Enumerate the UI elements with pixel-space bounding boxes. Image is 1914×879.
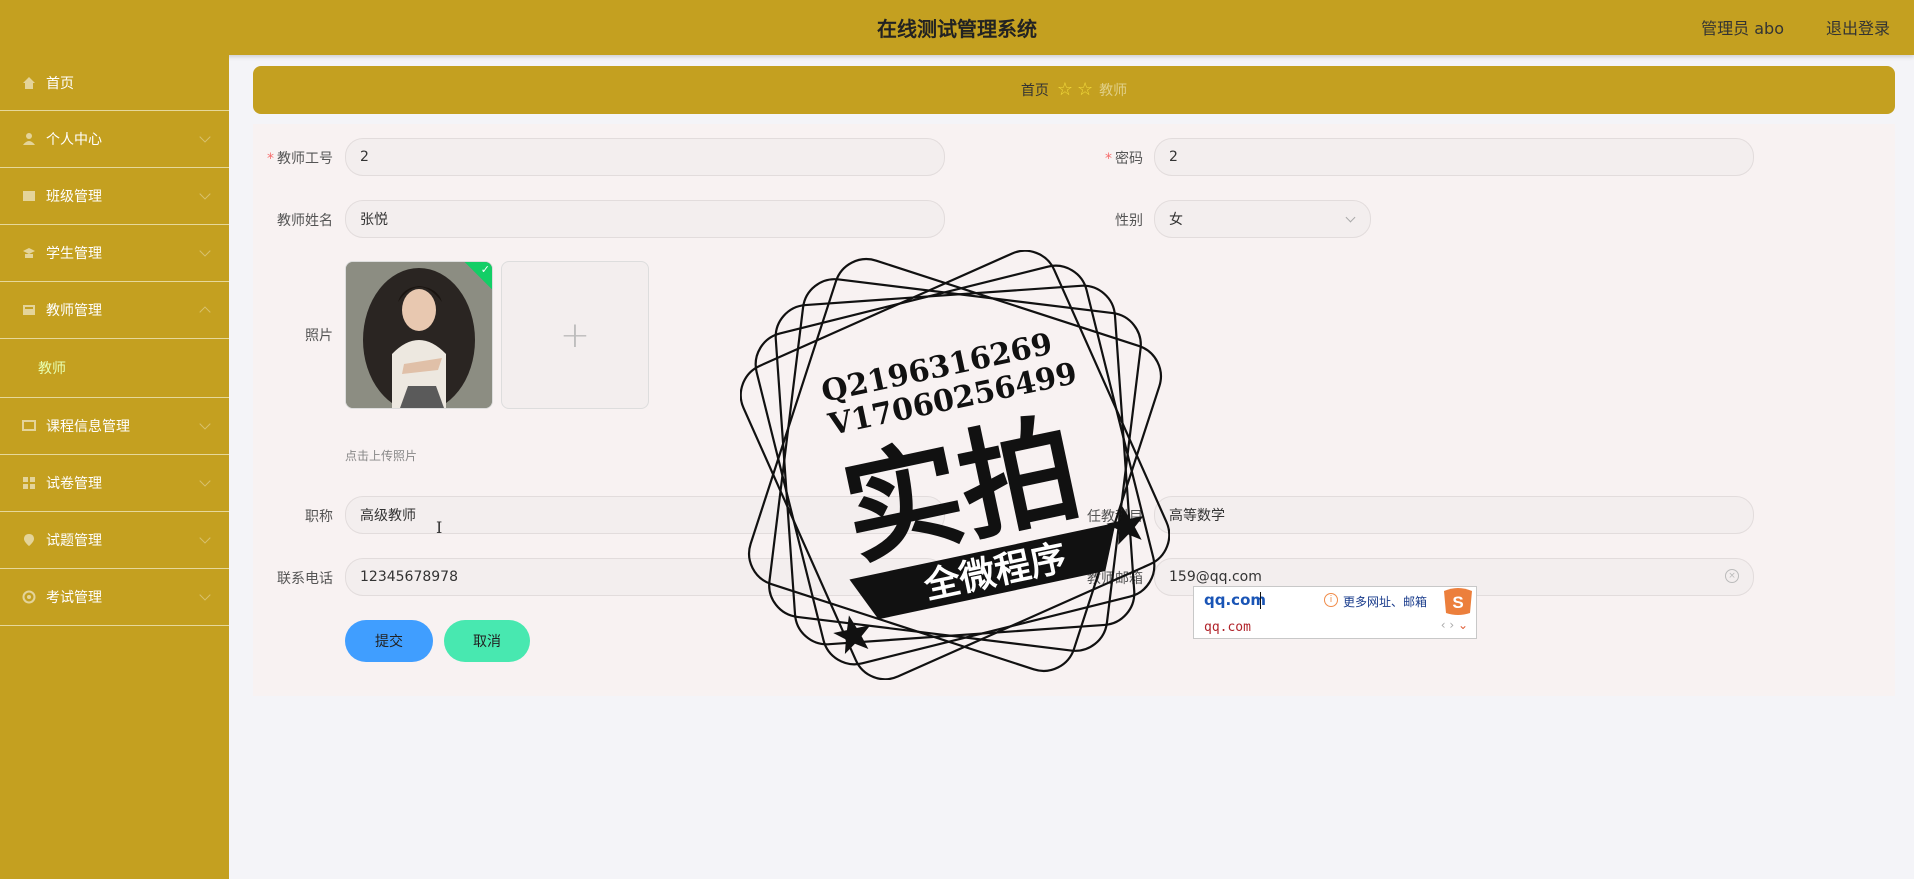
svg-text:S: S bbox=[1452, 593, 1463, 612]
course-icon bbox=[22, 419, 36, 433]
sidebar-item-exam[interactable]: 考试管理 bbox=[0, 569, 229, 626]
chevron-down-icon bbox=[199, 131, 211, 143]
sogou-logo-icon: S bbox=[1442, 587, 1474, 621]
sidebar-subitem-teacher[interactable]: 教师 bbox=[0, 339, 229, 398]
sidebar-item-label: 课程信息管理 bbox=[46, 419, 130, 435]
ime-suggestion-popup: qq.com i 更多网址、邮箱 S qq.com ‹ › ⌄ bbox=[1193, 586, 1477, 639]
teacher-name-input[interactable]: 张悦 bbox=[345, 200, 945, 238]
ime-candidate[interactable]: qq.com bbox=[1204, 620, 1251, 635]
sidebar-item-label: 试卷管理 bbox=[46, 476, 102, 492]
student-icon bbox=[22, 246, 36, 260]
sidebar-item-label: 班级管理 bbox=[46, 189, 102, 205]
sidebar-item-teacher[interactable]: 教师管理 bbox=[0, 282, 229, 339]
upload-photo-button[interactable]: + bbox=[501, 261, 649, 409]
gender-select[interactable]: 女 bbox=[1154, 200, 1371, 238]
app-title: 在线测试管理系统 bbox=[877, 17, 1037, 41]
teacher-id-input[interactable]: 2 bbox=[345, 138, 945, 176]
subject-label: 任教科目 bbox=[1087, 509, 1143, 525]
clear-icon[interactable]: × bbox=[1725, 569, 1739, 583]
sidebar-item-label: 首页 bbox=[46, 75, 74, 92]
email-value: 159@qq.com bbox=[1169, 569, 1262, 585]
top-bar: 在线测试管理系统 管理员 abo 退出登录 bbox=[0, 0, 1914, 55]
breadcrumb: 首页 ☆ ☆ 教师 bbox=[253, 66, 1895, 114]
teacher-icon bbox=[22, 303, 36, 317]
home-icon bbox=[22, 76, 36, 90]
photo-label: 照片 bbox=[305, 328, 333, 344]
chevron-down-icon bbox=[199, 589, 211, 601]
star-icon: ☆ bbox=[1056, 79, 1073, 100]
gender-label: 性别 bbox=[1115, 213, 1143, 229]
chevron-down-icon bbox=[199, 418, 211, 430]
sidebar-item-class[interactable]: 班级管理 bbox=[0, 168, 229, 225]
ime-caret bbox=[1260, 592, 1261, 609]
sidebar-item-label: 考试管理 bbox=[46, 590, 102, 606]
ime-more-link[interactable]: 更多网址、邮箱 bbox=[1343, 593, 1427, 610]
chevron-down-icon bbox=[199, 245, 211, 257]
job-title-label: 职称 bbox=[305, 509, 333, 525]
upload-hint: 点击上传照片 bbox=[345, 449, 418, 463]
sidebar-item-label: 教师管理 bbox=[46, 303, 102, 319]
sidebar-item-label: 试题管理 bbox=[46, 533, 102, 549]
chevron-up-icon bbox=[199, 306, 211, 318]
exam-icon bbox=[22, 590, 36, 604]
text-cursor-icon: I bbox=[436, 518, 443, 537]
sidebar-item-student[interactable]: 学生管理 bbox=[0, 225, 229, 282]
sidebar-item-label: 学生管理 bbox=[46, 246, 102, 262]
info-icon: i bbox=[1324, 593, 1338, 607]
paper-icon bbox=[22, 476, 36, 490]
sidebar-item-paper[interactable]: 试卷管理 bbox=[0, 455, 229, 512]
cancel-button[interactable]: 取消 bbox=[444, 620, 530, 662]
chevron-down-icon bbox=[199, 188, 211, 200]
job-title-input[interactable]: 高级教师 bbox=[345, 496, 945, 534]
phone-label: 联系电话 bbox=[277, 571, 333, 587]
sidebar-item-course[interactable]: 课程信息管理 bbox=[0, 398, 229, 455]
logout-link[interactable]: 退出登录 bbox=[1826, 15, 1890, 39]
user-icon bbox=[22, 132, 36, 146]
teacher-photo-image bbox=[346, 262, 492, 408]
sidebar-item-label: 个人中心 bbox=[46, 132, 102, 148]
star-icon: ☆ bbox=[1077, 79, 1094, 100]
question-icon bbox=[22, 533, 36, 547]
teacher-name-label: 教师姓名 bbox=[277, 213, 333, 229]
subject-input[interactable]: 高等数学 bbox=[1154, 496, 1754, 534]
sidebar-item-question[interactable]: 试题管理 bbox=[0, 512, 229, 569]
chevron-down-icon bbox=[199, 532, 211, 544]
password-input[interactable]: 2 bbox=[1154, 138, 1754, 176]
ime-nav-controls[interactable]: ‹ › ⌄ bbox=[1441, 618, 1468, 632]
admin-user-label: 管理员 abo bbox=[1701, 19, 1784, 38]
chevron-down-icon bbox=[199, 475, 211, 487]
check-icon: ✓ bbox=[480, 263, 490, 276]
gender-value: 女 bbox=[1169, 212, 1183, 228]
ime-input-text: qq.com bbox=[1204, 591, 1266, 609]
class-icon bbox=[22, 189, 36, 203]
sidebar-item-home[interactable]: 首页 bbox=[0, 55, 229, 111]
phone-input[interactable]: 12345678978 bbox=[345, 558, 945, 596]
sidebar: 首页 个人中心 班级管理 学生管理 教师管理 教师 课程信息管理 试卷管理 试题… bbox=[0, 55, 229, 879]
breadcrumb-current: 教师 bbox=[1099, 83, 1128, 99]
teacher-id-label: * 教师工号 bbox=[267, 151, 333, 167]
submit-button[interactable]: 提交 bbox=[345, 620, 433, 662]
email-label: 教师邮箱 bbox=[1087, 571, 1143, 587]
sidebar-item-profile[interactable]: 个人中心 bbox=[0, 111, 229, 168]
teacher-photo[interactable]: ✓ bbox=[345, 261, 493, 409]
chevron-down-icon bbox=[1345, 212, 1356, 223]
plus-icon: + bbox=[559, 314, 591, 356]
breadcrumb-home[interactable]: 首页 bbox=[1021, 80, 1049, 100]
password-label: * 密码 bbox=[1105, 151, 1143, 167]
